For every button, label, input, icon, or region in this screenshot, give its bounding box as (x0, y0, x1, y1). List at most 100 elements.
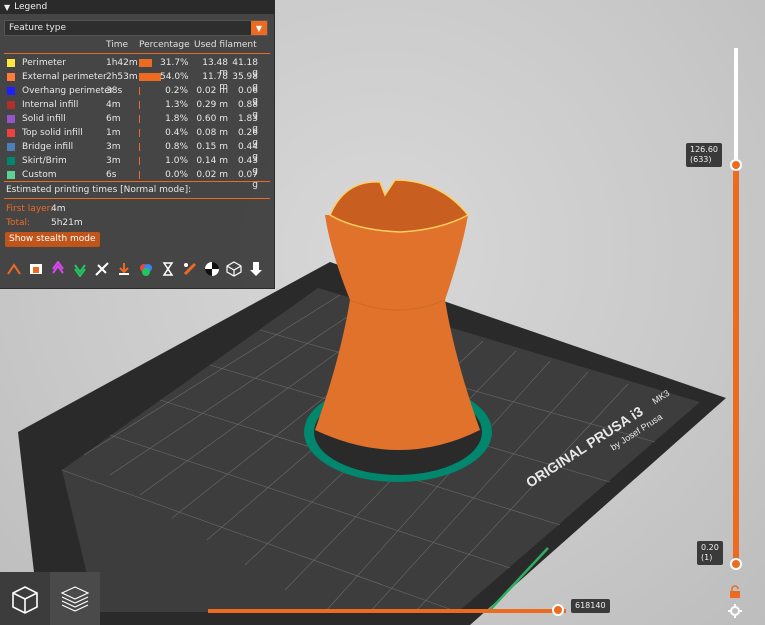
view-mode-switcher (0, 572, 100, 625)
legend-row[interactable]: Bridge infill 3m 0.8% 0.15 m 0.44 g (0, 140, 274, 162)
top-layer-height: 126.60 (690, 145, 718, 154)
color-swatch (7, 143, 15, 151)
legend-row[interactable]: External perimeter 2h53m 54.0% 11.78 m 35.98… (0, 70, 274, 92)
legend-row[interactable]: Perimeter 1h42m 31.7% 13.48 m 41.18 g (0, 56, 274, 78)
center-of-gravity-icon[interactable] (203, 260, 221, 278)
percentage-bar (139, 143, 140, 151)
percentage-bar (139, 157, 140, 165)
filament-length: 0.14 m (196, 156, 228, 166)
feature-name: Skirt/Brim (22, 156, 67, 166)
custom-gcodes-icon[interactable] (181, 260, 199, 278)
color-changes-icon[interactable] (137, 260, 155, 278)
feature-name: Custom (22, 170, 57, 180)
color-swatch (7, 115, 15, 123)
feature-time: 2h53m (106, 72, 138, 82)
move-slider-track[interactable] (208, 609, 566, 613)
settings-cog-icon[interactable] (728, 603, 742, 618)
percentage-bar (139, 171, 140, 179)
dropdown-arrow-icon[interactable]: ▼ (251, 21, 267, 35)
view-type-value: Feature type (9, 23, 66, 33)
tool-changes-icon[interactable] (115, 260, 133, 278)
object-view-icon[interactable] (0, 572, 50, 625)
bottom-layer-number: (1) (701, 553, 713, 562)
lock-icon[interactable] (728, 584, 742, 598)
layer-slider-bottom-label: 0.20 (1) (697, 541, 723, 565)
percentage-bar (139, 59, 152, 67)
color-swatch (7, 101, 15, 109)
feature-time: 6m (106, 114, 121, 124)
filament-length: 0.60 m (196, 114, 228, 124)
feature-percentage: 0.8% (165, 142, 188, 152)
percentage-bar (139, 87, 140, 95)
filament-length: 0.02 m (196, 86, 228, 96)
color-swatch (7, 171, 15, 179)
feature-percentage: 1.3% (165, 100, 188, 110)
seams-icon[interactable] (93, 260, 111, 278)
legend-row[interactable]: Top solid infill 1m 0.4% 0.08 m 0.26 g (0, 126, 274, 148)
feature-name: Internal infill (22, 100, 79, 110)
feature-percentage: 0.2% (165, 86, 188, 96)
total-value: 5h21m (51, 218, 83, 228)
total-label: Total: (6, 218, 31, 228)
feature-percentage: 31.7% (160, 58, 189, 68)
feature-percentage: 1.8% (165, 114, 188, 124)
feature-name: Overhang perimeter (22, 86, 114, 96)
feature-time: 1h42m (106, 58, 138, 68)
pause-prints-icon[interactable] (159, 260, 177, 278)
color-swatch (7, 129, 15, 137)
color-swatch (7, 59, 15, 67)
header-separator (4, 53, 270, 54)
move-slider-thumb[interactable] (552, 604, 564, 616)
percentage-bar (139, 115, 140, 123)
color-swatch (7, 157, 15, 165)
legend-header[interactable]: ▼ Legend (0, 0, 274, 14)
feature-percentage: 0.0% (165, 170, 188, 180)
feature-time: 6s (106, 170, 117, 180)
deretractions-icon[interactable] (71, 260, 89, 278)
top-layer-number: (633) (690, 155, 712, 164)
legend-row[interactable]: Solid infill 6m 1.8% 0.60 m 1.83 g (0, 112, 274, 134)
feature-name: External perimeter (22, 72, 107, 82)
feature-name: Top solid infill (22, 128, 83, 138)
legend-row[interactable]: Internal infill 4m 1.3% 0.29 m 0.88 g (0, 98, 274, 120)
collapse-triangle-icon[interactable]: ▼ (4, 3, 10, 12)
col-time-header: Time (106, 40, 129, 50)
shells-icon[interactable] (225, 260, 243, 278)
estimated-times-label: Estimated printing times [Normal mode]: (6, 185, 192, 195)
layer-slider-top-label: 126.60 (633) (686, 143, 722, 167)
first-layer-value: 4m (51, 204, 66, 214)
layers-view-icon[interactable] (50, 572, 100, 625)
legend-row[interactable]: Overhang perimeter 38s 0.2% 0.02 m 0.06 g (0, 84, 274, 106)
move-slider-label: 618140 (571, 599, 610, 613)
view-options-toolbar (5, 260, 265, 280)
feature-name: Bridge infill (22, 142, 74, 152)
feature-name: Solid infill (22, 114, 66, 124)
feature-percentage: 54.0% (160, 72, 189, 82)
estimate-separator (4, 198, 270, 199)
legend-row[interactable]: Skirt/Brim 3m 1.0% 0.14 m 0.43 g (0, 154, 274, 176)
wipe-icon[interactable] (27, 260, 45, 278)
retractions-icon[interactable] (49, 260, 67, 278)
view-type-dropdown[interactable]: Feature type ▼ (4, 20, 268, 36)
feature-percentage: 0.4% (165, 128, 188, 138)
percentage-bar (139, 101, 140, 109)
feature-time: 3m (106, 156, 121, 166)
feature-time: 4m (106, 100, 121, 110)
percentage-bar (139, 73, 161, 81)
tool-marker-icon[interactable] (247, 260, 265, 278)
show-stealth-mode-button[interactable]: Show stealth mode (5, 232, 100, 247)
legend-title: Legend (14, 2, 48, 12)
filament-length: 0.29 m (196, 100, 228, 110)
travel-icon[interactable] (5, 260, 23, 278)
percentage-bar (139, 129, 140, 137)
feature-time: 3m (106, 142, 121, 152)
col-used-filament-header: Used filament (194, 40, 257, 50)
color-swatch (7, 73, 15, 81)
feature-percentage: 1.0% (165, 156, 188, 166)
first-layer-label: First layer: (6, 204, 54, 214)
bottom-layer-height: 0.20 (701, 543, 719, 552)
filament-weight: 0.07 g (237, 170, 258, 190)
layer-slider-top-thumb[interactable] (730, 159, 742, 171)
legend-row[interactable]: Custom 6s 0.0% 0.02 m 0.07 g (0, 168, 274, 190)
layer-slider-bottom-thumb[interactable] (730, 558, 742, 570)
